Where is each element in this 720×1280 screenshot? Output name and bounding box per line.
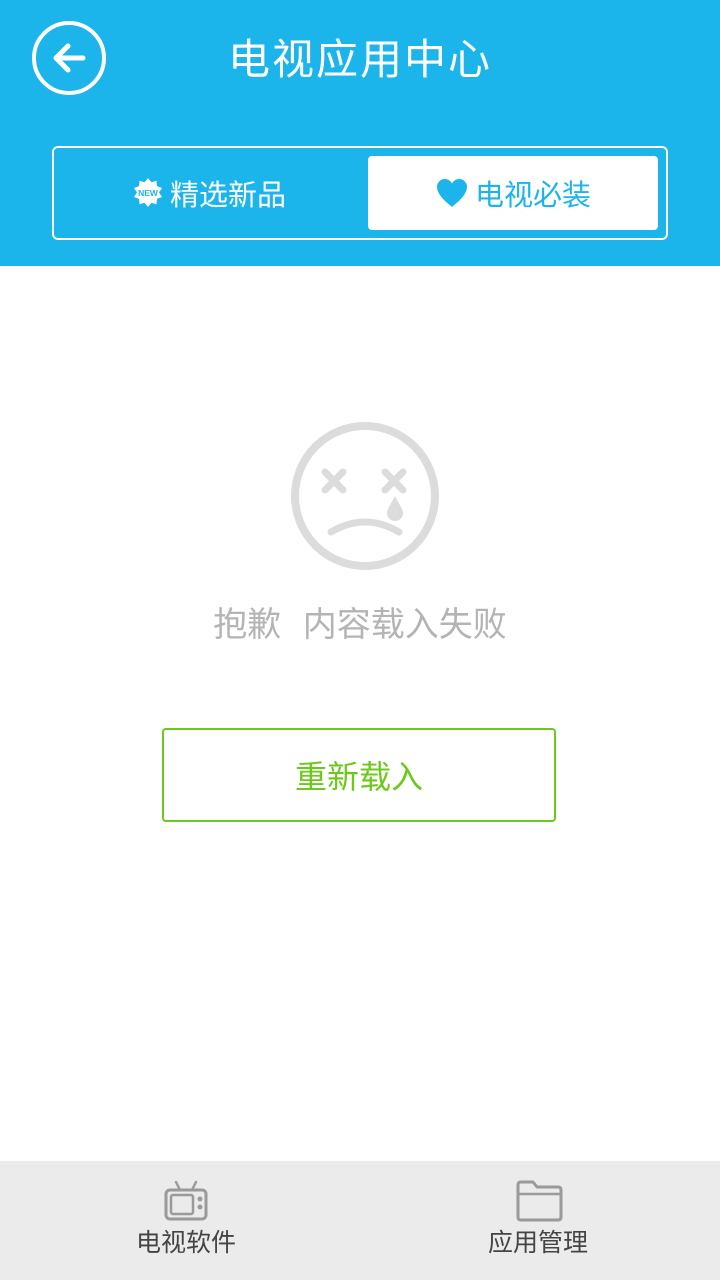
- reload-button[interactable]: 重新载入: [162, 728, 556, 822]
- tab-bar: NEW 精选新品 电视必装: [52, 146, 668, 240]
- page-title: 电视应用中心: [227, 35, 492, 84]
- tab-new-arrivals[interactable]: NEW 精选新品: [64, 156, 354, 230]
- nav-tv-software-label: 电视软件: [135, 1228, 236, 1257]
- header-bar: 电视应用中心 NEW 精选新品 电视必装: [0, 0, 720, 266]
- nav-tv-software[interactable]: 电视软件: [86, 1161, 286, 1280]
- tab-tv-essentials-label: 电视必装: [474, 178, 591, 212]
- nav-app-management[interactable]: 应用管理: [438, 1161, 638, 1280]
- new-badge-icon: NEW: [132, 177, 164, 209]
- error-message: 抱歉 内容载入失败: [213, 605, 507, 645]
- bottom-nav: 电视软件 应用管理: [0, 1161, 720, 1280]
- heart-icon: [435, 177, 469, 209]
- nav-app-management-label: 应用管理: [487, 1228, 588, 1257]
- tab-new-arrivals-label: 精选新品: [169, 178, 286, 212]
- tv-icon: [164, 1180, 208, 1221]
- folder-icon: [516, 1180, 563, 1222]
- svg-text:NEW: NEW: [138, 188, 159, 198]
- tab-tv-essentials[interactable]: 电视必装: [368, 156, 658, 230]
- sad-face-icon: [289, 420, 441, 576]
